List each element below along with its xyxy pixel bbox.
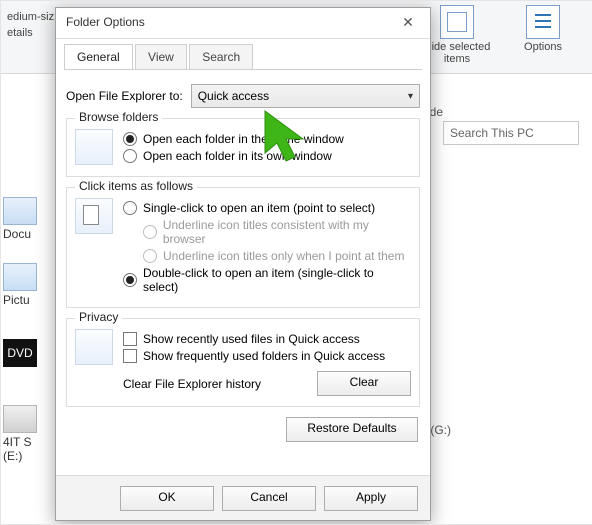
radio-icon (143, 225, 157, 239)
drive-icon (3, 405, 37, 433)
ok-button[interactable]: OK (120, 486, 214, 511)
open-to-value: Quick access (198, 89, 269, 103)
group-click-items: Click items as follows Single-click to o… (66, 187, 420, 308)
ribbon-fragment-left: edium-siz etails (1, 9, 61, 41)
tab-general[interactable]: General (64, 44, 133, 69)
radio-single-click[interactable]: Single-click to open an item (point to s… (123, 201, 411, 215)
checkbox-icon (123, 332, 137, 346)
checkbox-icon (440, 5, 474, 39)
titlebar: Folder Options ✕ (56, 8, 430, 39)
radio-icon (143, 249, 157, 263)
cursor-icon (75, 198, 113, 234)
sidebar-item-drive-e[interactable]: 4IT S (E:) (3, 405, 51, 463)
chevron-down-icon: ▾ (408, 91, 413, 102)
dialog-footer: OK Cancel Apply (56, 475, 430, 520)
tab-body-general: Open File Explorer to: Quick access ▾ Br… (64, 69, 422, 448)
check-frequent-folders[interactable]: Show frequently used folders in Quick ac… (123, 349, 411, 363)
tabstrip: General View Search (56, 39, 430, 69)
group-browse-folders: Browse folders Open each folder in the s… (66, 118, 420, 177)
clock-icon (75, 329, 113, 365)
group-legend: Browse folders (75, 110, 162, 124)
cancel-button[interactable]: Cancel (222, 486, 316, 511)
sidebar-item-documents[interactable]: Docu (3, 197, 51, 241)
options-button[interactable]: Options (503, 5, 583, 53)
restore-defaults-button[interactable]: Restore Defaults (286, 417, 418, 442)
bg-text-g-drive: (G:) (430, 423, 451, 437)
tab-search[interactable]: Search (189, 44, 253, 69)
open-to-label: Open File Explorer to: (66, 89, 183, 103)
folder-options-dialog: Folder Options ✕ General View Search Ope… (55, 7, 431, 521)
dialog-title: Folder Options (66, 15, 145, 29)
search-input[interactable]: Search This PC (443, 121, 579, 145)
radio-icon (123, 201, 137, 215)
clear-history-label: Clear File Explorer history (123, 377, 261, 391)
group-legend: Privacy (75, 310, 122, 324)
sidebar-item-dvd[interactable]: DVD (3, 339, 51, 369)
screenshot-stage: edium-siz etails Hide selected items Opt… (0, 0, 592, 525)
radio-icon (123, 273, 137, 287)
radio-icon (123, 132, 137, 146)
radio-underline-browser: Underline icon titles consistent with my… (143, 218, 411, 246)
clear-button[interactable]: Clear (317, 371, 411, 396)
radio-own-window[interactable]: Open each folder in its own window (123, 149, 411, 163)
dvd-icon: DVD (3, 339, 37, 367)
options-icon (526, 5, 560, 39)
open-to-combo[interactable]: Quick access ▾ (191, 84, 420, 108)
radio-icon (123, 149, 137, 163)
radio-same-window[interactable]: Open each folder in the same window (123, 132, 411, 146)
tab-view[interactable]: View (135, 44, 187, 69)
radio-underline-point: Underline icon titles only when I point … (143, 249, 411, 263)
checkbox-icon (123, 349, 137, 363)
check-recent-files[interactable]: Show recently used files in Quick access (123, 332, 411, 346)
group-legend: Click items as follows (75, 179, 197, 193)
sidebar-item-pictures[interactable]: Pictu (3, 263, 51, 307)
close-button[interactable]: ✕ (390, 10, 426, 34)
window-icon (75, 129, 113, 165)
radio-double-click[interactable]: Double-click to open an item (single-cli… (123, 266, 411, 294)
apply-button[interactable]: Apply (324, 486, 418, 511)
folder-icon (3, 197, 37, 225)
group-privacy: Privacy Show recently used files in Quic… (66, 318, 420, 407)
folder-icon (3, 263, 37, 291)
